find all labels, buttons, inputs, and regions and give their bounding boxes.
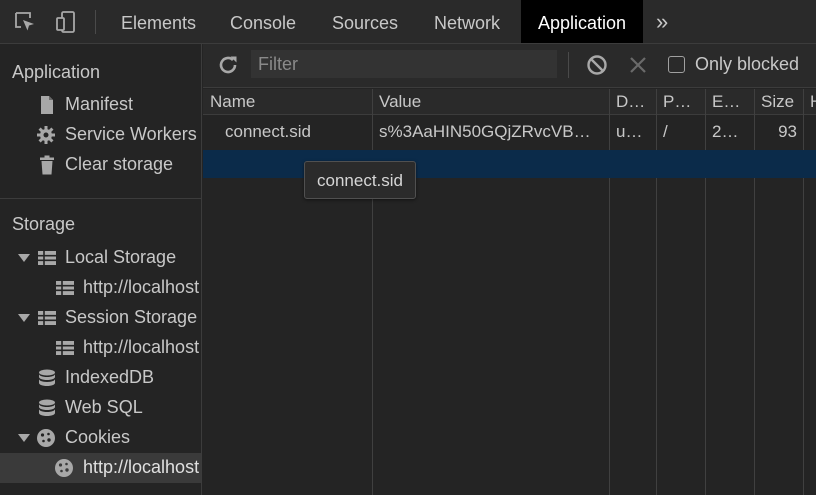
table-grid-icon bbox=[55, 338, 75, 358]
toolbar-separator bbox=[95, 10, 96, 34]
column-header-domain[interactable]: D… bbox=[616, 92, 645, 112]
gear-icon bbox=[36, 125, 56, 145]
database-icon bbox=[37, 398, 57, 418]
cookie-icon bbox=[36, 428, 56, 448]
table-grid-icon bbox=[55, 278, 75, 298]
block-icon[interactable] bbox=[586, 54, 608, 76]
more-tabs-chevron-icon[interactable]: » bbox=[656, 9, 668, 35]
toolbar-separator bbox=[568, 52, 569, 78]
sidebar-item-session-storage-origin[interactable]: http://localhost bbox=[0, 333, 201, 363]
sidebar-item-cookies[interactable]: Cookies bbox=[0, 423, 201, 453]
cookie-icon bbox=[54, 458, 74, 478]
expand-triangle-icon[interactable] bbox=[18, 434, 30, 442]
inspect-element-icon[interactable] bbox=[13, 10, 37, 34]
sidebar-section-storage: Storage bbox=[12, 214, 76, 234]
column-header-size[interactable]: Size bbox=[761, 92, 794, 112]
tab-network[interactable]: Network bbox=[417, 0, 517, 43]
tab-sources[interactable]: Sources bbox=[315, 0, 415, 43]
cell-expires: 2… bbox=[712, 122, 739, 141]
close-icon[interactable] bbox=[627, 54, 649, 76]
sidebar-item-service-workers[interactable]: Service Workers bbox=[0, 120, 201, 150]
sidebar-item-label: Manifest bbox=[65, 94, 134, 114]
column-header-expires[interactable]: E… bbox=[712, 92, 740, 112]
file-icon bbox=[37, 95, 57, 115]
table-grid-icon bbox=[37, 308, 57, 328]
expand-triangle-icon[interactable] bbox=[18, 314, 30, 322]
sidebar-item-local-storage-origin[interactable]: http://localhost bbox=[0, 273, 201, 303]
sidebar-item-label: Service Workers bbox=[65, 124, 197, 144]
sidebar-item-indexeddb[interactable]: IndexedDB bbox=[0, 363, 201, 393]
table-row[interactable]: connect.sid s%3AaHIN50GQjZRvcVB… u… / 2…… bbox=[203, 118, 816, 146]
sidebar-section-application: Application bbox=[12, 62, 101, 82]
database-icon bbox=[37, 368, 57, 388]
sidebar-item-label: Local Storage bbox=[65, 247, 177, 267]
cell-path: / bbox=[663, 122, 668, 141]
cell-tooltip: connect.sid bbox=[304, 161, 416, 199]
filter-input[interactable] bbox=[251, 50, 557, 78]
only-blocked-checkbox[interactable] bbox=[668, 56, 685, 73]
sidebar-item-clear-storage[interactable]: Clear storage bbox=[0, 150, 201, 180]
cookies-panel: Only blocked Name Value D… P… E… Size H … bbox=[203, 44, 816, 495]
sidebar-item-label: http://localhost bbox=[83, 277, 200, 297]
sidebar-divider bbox=[0, 198, 201, 199]
devtools-tab-bar: Elements Console Sources Network Applica… bbox=[0, 0, 816, 44]
sidebar-item-label: http://localhost bbox=[83, 457, 200, 477]
column-header-httponly[interactable]: H bbox=[810, 92, 816, 112]
cell-size: 93 bbox=[778, 122, 797, 141]
sidebar-item-label: Web SQL bbox=[65, 397, 143, 417]
sidebar-item-label: Cookies bbox=[65, 427, 131, 447]
sidebar-item-manifest[interactable]: Manifest bbox=[0, 90, 201, 120]
sidebar-item-label: Session Storage bbox=[65, 307, 198, 327]
column-header-name[interactable]: Name bbox=[210, 92, 255, 112]
cell-domain: u… bbox=[616, 122, 643, 141]
tab-application[interactable]: Application bbox=[521, 0, 644, 43]
expand-triangle-icon[interactable] bbox=[18, 254, 30, 262]
device-toolbar-icon[interactable] bbox=[54, 10, 78, 34]
cookies-table-header: Name Value D… P… E… Size H bbox=[203, 89, 816, 115]
sidebar-item-cookies-origin[interactable]: http://localhost bbox=[0, 453, 201, 483]
sidebar-item-local-storage[interactable]: Local Storage bbox=[0, 243, 201, 273]
cell-name: connect.sid bbox=[225, 122, 311, 141]
sidebar-item-session-storage[interactable]: Session Storage bbox=[0, 303, 201, 333]
tab-elements[interactable]: Elements bbox=[104, 0, 213, 43]
tab-console[interactable]: Console bbox=[213, 0, 313, 43]
cookies-toolbar: Only blocked bbox=[203, 44, 816, 88]
trash-icon bbox=[37, 155, 57, 175]
application-sidebar: Application Manifest Service Workers Cle… bbox=[0, 44, 202, 495]
column-header-path[interactable]: P… bbox=[663, 92, 691, 112]
refresh-icon[interactable] bbox=[216, 53, 240, 77]
cell-value: s%3AaHIN50GQjZRvcVB… bbox=[379, 122, 591, 141]
table-grid-icon bbox=[37, 248, 57, 268]
sidebar-item-label: Clear storage bbox=[65, 154, 174, 174]
sidebar-item-label: IndexedDB bbox=[65, 367, 155, 387]
column-header-value[interactable]: Value bbox=[379, 92, 421, 112]
table-row-selected-empty[interactable] bbox=[203, 150, 816, 178]
only-blocked-label: Only blocked bbox=[695, 54, 800, 74]
sidebar-item-label: http://localhost bbox=[83, 337, 200, 357]
sidebar-item-websql[interactable]: Web SQL bbox=[0, 393, 201, 423]
